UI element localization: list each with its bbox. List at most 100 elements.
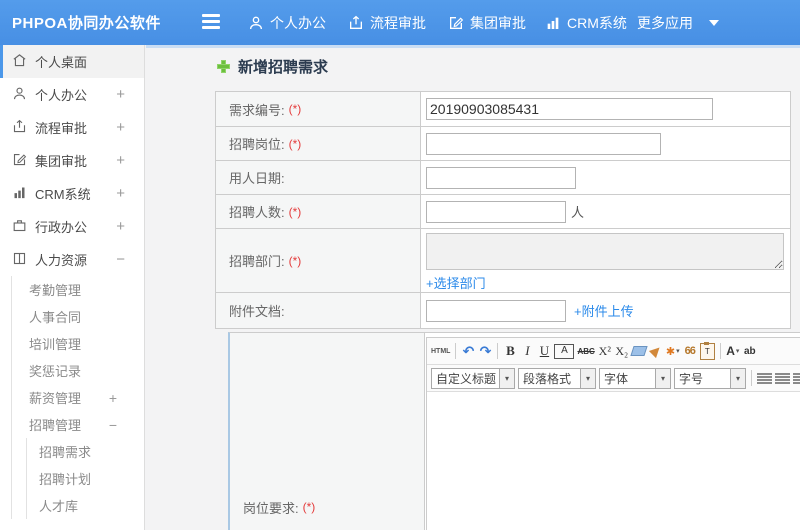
undo-icon[interactable]: ↶ [461, 341, 475, 361]
person-icon [12, 86, 35, 104]
form-row: 招聘人数: (*) 人 [216, 195, 790, 229]
nav-item-more-apps[interactable]: 更多应用 [637, 0, 693, 45]
page-title-text: 新增招聘需求 [238, 59, 329, 76]
sidebar-item-label: 行政办公 [35, 220, 88, 235]
headcount-input[interactable] [426, 200, 566, 223]
sidebar-item-salary[interactable]: 薪资管理 + [12, 384, 144, 411]
workflow-icon [12, 119, 35, 137]
sidebar-item-training[interactable]: 培训管理 [12, 330, 144, 357]
required-marker: (*) [288, 136, 302, 151]
paste-icon[interactable]: T [699, 341, 715, 361]
chevron-down-icon: ▾ [499, 368, 514, 388]
hamburger-menu-icon[interactable] [202, 14, 220, 30]
chevron-down-icon[interactable] [709, 20, 719, 26]
font-style-button[interactable]: A [554, 343, 575, 359]
field-label: 用人日期: [216, 161, 421, 194]
underline-button[interactable]: U [537, 341, 551, 361]
redo-icon[interactable]: ↷ [478, 341, 492, 361]
sidebar-item-personal-desktop[interactable]: 个人桌面 [0, 45, 144, 78]
sidebar-item-recruitment[interactable]: 招聘管理 − [12, 411, 144, 438]
collapse-sign[interactable]: − [116, 251, 125, 268]
hr-submenu: 考勤管理 人事合同 培训管理 奖惩记录 薪资管理 + 招聘管理 − 招聘需求 招… [11, 276, 144, 519]
format-brush-icon[interactable] [648, 341, 663, 361]
sidebar-item-recruit-demand[interactable]: 招聘需求 [27, 438, 144, 465]
expand-sign[interactable]: + [116, 152, 125, 169]
superscript-button[interactable]: X² [598, 341, 612, 361]
sidebar-item-crm-system[interactable]: CRM系统 + [0, 177, 144, 210]
demand-number-input[interactable] [426, 98, 713, 120]
sidebar-item-attendance[interactable]: 考勤管理 [12, 276, 144, 303]
field-label: 附件文档: [216, 293, 421, 328]
nav-item-workflow-approval[interactable]: 流程审批 [348, 0, 426, 45]
expand-sign[interactable]: + [116, 185, 125, 202]
recruit-department-textarea[interactable] [426, 233, 784, 270]
app-window: PHPOA协同办公软件 个人办公 流程审批 集团审批 CRM系统 更多应用 个人… [0, 0, 800, 530]
edit-square-icon [12, 152, 35, 170]
person-icon [248, 15, 264, 31]
editor-toolbar-row1: HTML ↶ ↷ B I U A ABC X² X₂ ✱ ▾ 66 T A ▾ … [427, 338, 800, 365]
expand-sign[interactable]: + [116, 218, 125, 235]
align-right-icon[interactable] [793, 372, 800, 384]
sidebar-item-label: 个人办公 [35, 88, 88, 103]
expand-sign[interactable]: + [109, 390, 117, 406]
form-row: 用人日期: [216, 161, 790, 195]
field-label: 招聘岗位: (*) [216, 127, 421, 160]
font-color-button[interactable]: A ▾ [726, 341, 740, 361]
book-icon [12, 251, 35, 269]
custom-title-select[interactable]: 自定义标题 ▾ [431, 367, 515, 389]
html-source-button[interactable]: HTML [431, 341, 450, 361]
color-palette-icon[interactable]: ✱ ▾ [666, 341, 680, 361]
blockquote-button[interactable]: 66 [683, 341, 697, 361]
align-left-icon[interactable] [757, 372, 772, 384]
editor-content-area[interactable] [427, 392, 800, 530]
app-logo: PHPOA协同办公软件 [12, 15, 161, 32]
bar-chart-icon [545, 15, 561, 31]
nav-item-group-approval[interactable]: 集团审批 [448, 0, 526, 45]
home-icon [12, 53, 35, 71]
sidebar: 个人桌面 个人办公 + 流程审批 + 集团审批 + CRM系统 + 行政办公 +… [0, 45, 145, 530]
sidebar-item-group-approval[interactable]: 集团审批 + [0, 144, 144, 177]
font-size-select[interactable]: 字号 ▾ [674, 367, 746, 389]
content-top-strip [146, 45, 800, 48]
paragraph-format-select[interactable]: 段落格式 ▾ [518, 367, 596, 389]
sidebar-item-recruit-plan[interactable]: 招聘计划 [27, 465, 144, 492]
expand-sign[interactable]: + [116, 86, 125, 103]
choose-department-link[interactable]: +选择部门 [426, 273, 486, 292]
recruit-demand-form: 需求编号:(*) 招聘岗位:(*) 用人日期: 招聘人数:(*) [215, 91, 791, 329]
field-label: 招聘人数: (*) [216, 195, 421, 228]
field-label: 需求编号: (*) [216, 92, 421, 126]
nav-item-label: 集团审批 [470, 14, 526, 31]
eraser-icon[interactable] [630, 341, 648, 361]
sidebar-item-label: 集团审批 [35, 154, 88, 169]
add-plus-icon [217, 60, 230, 73]
subscript-button[interactable]: X₂ [615, 341, 629, 361]
bold-button[interactable]: B [503, 341, 517, 361]
field-label: 岗位要求: (*) [230, 333, 425, 530]
align-center-icon[interactable] [775, 372, 790, 384]
attachment-input[interactable] [426, 299, 566, 322]
expand-sign[interactable]: + [116, 119, 125, 136]
sidebar-item-talent-pool[interactable]: 人才库 [27, 492, 144, 519]
attachment-upload-link[interactable]: +附件上传 [574, 301, 634, 320]
sidebar-item-hr-contract[interactable]: 人事合同 [12, 303, 144, 330]
sidebar-item-human-resources[interactable]: 人力资源 − [0, 243, 144, 276]
recruit-position-input[interactable] [426, 132, 661, 155]
nav-item-crm-system[interactable]: CRM系统 [545, 0, 627, 45]
sidebar-item-personal-office[interactable]: 个人办公 + [0, 78, 144, 111]
collapse-sign[interactable]: − [109, 417, 117, 433]
highlight-color-button[interactable]: ab [743, 341, 757, 361]
italic-button[interactable]: I [520, 341, 534, 361]
sidebar-item-label: 流程审批 [35, 121, 88, 136]
sidebar-item-label: 人力资源 [35, 253, 88, 268]
sidebar-item-label: 招聘需求 [39, 445, 92, 460]
form-row: 招聘岗位: (*) [216, 127, 790, 161]
hire-date-input[interactable] [426, 166, 576, 189]
chevron-down-icon: ▾ [655, 368, 670, 388]
unit-suffix: 人 [571, 205, 585, 220]
sidebar-item-workflow-approval[interactable]: 流程审批 + [0, 111, 144, 144]
strikethrough-button[interactable]: ABC [577, 341, 594, 361]
nav-item-personal-office[interactable]: 个人办公 [248, 0, 326, 45]
font-family-select[interactable]: 字体 ▾ [599, 367, 671, 389]
sidebar-item-admin-office[interactable]: 行政办公 + [0, 210, 144, 243]
sidebar-item-reward-punishment[interactable]: 奖惩记录 [12, 357, 144, 384]
